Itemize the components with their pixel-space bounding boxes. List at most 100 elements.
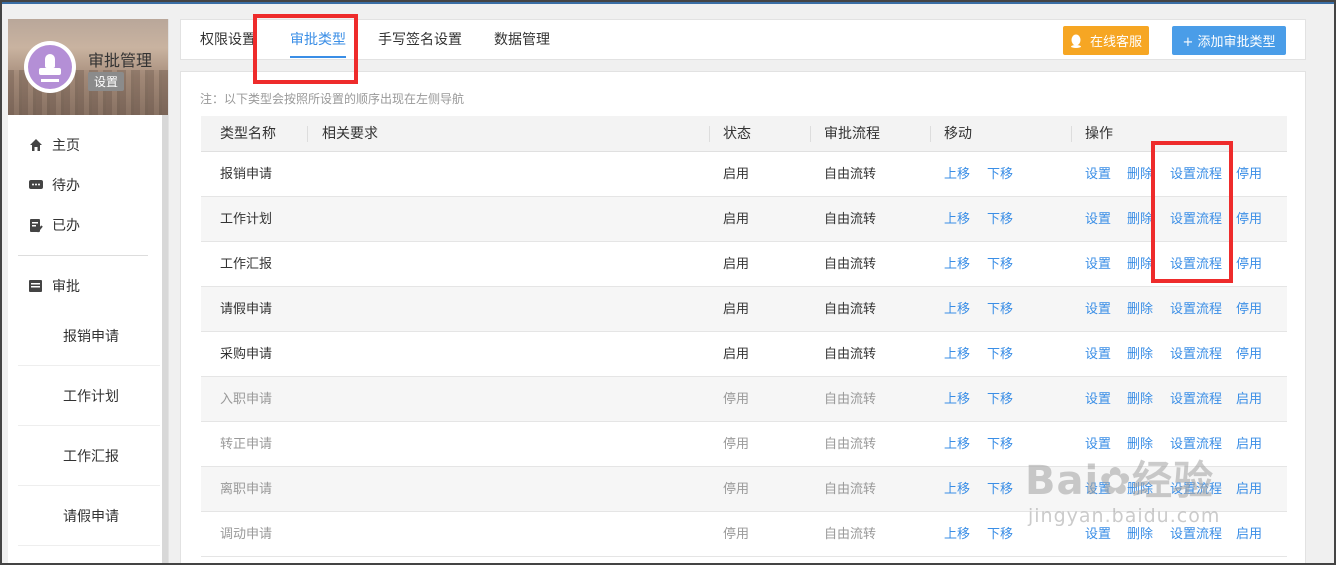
- nav-item-home[interactable]: 主页: [8, 125, 168, 165]
- set-flow-link[interactable]: 设置流程: [1170, 287, 1222, 332]
- toggle-status-link[interactable]: 启用: [1236, 467, 1262, 512]
- row-flow: 自由流转: [824, 212, 877, 227]
- move-down-link[interactable]: 下移: [987, 332, 1013, 377]
- move-up-link[interactable]: 上移: [944, 152, 970, 197]
- sidebar: 审批管理 设置 主页 待办 已办 审批 报销申请 工作计划 工作汇报 请假申请: [8, 19, 169, 565]
- toggle-status-link[interactable]: 停用: [1236, 287, 1262, 332]
- row-status: 启用: [723, 302, 750, 317]
- toggle-status-link[interactable]: 停用: [1236, 242, 1262, 287]
- table-row: 采购申请 启用 自由流转 上移 下移 设置 删除 设置流程 停用: [201, 332, 1287, 377]
- move-down-link[interactable]: 下移: [987, 242, 1013, 287]
- move-down-link[interactable]: 下移: [987, 377, 1013, 422]
- move-down-link[interactable]: 下移: [987, 422, 1013, 467]
- settings-link[interactable]: 设置: [1085, 242, 1111, 287]
- toggle-status-link[interactable]: 停用: [1236, 152, 1262, 197]
- col-status: 状态: [723, 126, 751, 142]
- row-flow: 自由流转: [824, 392, 877, 407]
- col-divider: [307, 126, 308, 142]
- settings-link[interactable]: 设置: [1085, 332, 1111, 377]
- table-row: 入职申请 停用 自由流转 上移 下移 设置 删除 设置流程 启用: [201, 377, 1287, 422]
- sidebar-item-work-report[interactable]: 工作汇报: [18, 426, 160, 486]
- row-type-name: 离职申请: [220, 482, 273, 497]
- toggle-status-link[interactable]: 启用: [1236, 512, 1262, 557]
- toggle-status-link[interactable]: 停用: [1236, 197, 1262, 242]
- approval-sublist: 报销申请 工作计划 工作汇报 请假申请: [8, 306, 168, 546]
- settings-link[interactable]: 设置: [1085, 287, 1111, 332]
- delete-link[interactable]: 删除: [1127, 332, 1153, 377]
- nav-item-approval[interactable]: 审批: [8, 266, 168, 306]
- delete-link[interactable]: 删除: [1127, 197, 1153, 242]
- toggle-status-link[interactable]: 启用: [1236, 422, 1262, 467]
- row-status: 启用: [723, 167, 750, 182]
- online-service-button[interactable]: 在线客服: [1063, 26, 1149, 55]
- row-status: 启用: [723, 257, 750, 272]
- col-name: 类型名称: [220, 126, 276, 142]
- row-type-name: 工作计划: [220, 212, 273, 227]
- row-flow: 自由流转: [824, 482, 877, 497]
- qq-icon: [1070, 34, 1082, 48]
- delete-link[interactable]: 删除: [1127, 287, 1153, 332]
- nav-item-label: 待办: [52, 178, 80, 194]
- add-approval-type-button[interactable]: + 添加审批类型: [1172, 26, 1286, 55]
- nav-item-label: 主页: [52, 138, 80, 154]
- toggle-status-link[interactable]: 启用: [1236, 377, 1262, 422]
- settings-link[interactable]: 设置: [1085, 152, 1111, 197]
- row-flow: 自由流转: [824, 257, 877, 272]
- row-type-name: 报销申请: [220, 167, 273, 182]
- move-up-link[interactable]: 上移: [944, 512, 970, 557]
- move-up-link[interactable]: 上移: [944, 467, 970, 512]
- table-row: 工作汇报 启用 自由流转 上移 下移 设置 删除 设置流程 停用: [201, 242, 1287, 287]
- watermark-brand-suffix: 经验: [1132, 458, 1215, 504]
- approval-icon: [28, 278, 44, 294]
- row-flow: 自由流转: [824, 347, 877, 362]
- delete-link[interactable]: 删除: [1127, 242, 1153, 287]
- order-note: 注：以下类型会按照所设置的顺序出现在左侧导航: [200, 92, 465, 106]
- settings-badge[interactable]: 设置: [88, 72, 125, 91]
- move-up-link[interactable]: 上移: [944, 332, 970, 377]
- move-up-link[interactable]: 上移: [944, 197, 970, 242]
- move-down-link[interactable]: 下移: [987, 197, 1013, 242]
- done-icon: [28, 217, 44, 233]
- profile-banner: 审批管理 设置: [8, 19, 168, 115]
- col-divider: [1071, 126, 1072, 142]
- nav-item-label: 已办: [52, 218, 80, 234]
- row-flow: 自由流转: [824, 167, 877, 182]
- tab-permissions[interactable]: 权限设置: [200, 20, 256, 60]
- sidebar-item-reimbursement[interactable]: 报销申请: [18, 306, 160, 366]
- sidebar-item-work-plan[interactable]: 工作计划: [18, 366, 160, 426]
- col-operations: 操作: [1085, 126, 1113, 142]
- set-flow-link[interactable]: 设置流程: [1170, 377, 1222, 422]
- row-type-name: 采购申请: [220, 347, 273, 362]
- sidebar-item-leave[interactable]: 请假申请: [18, 486, 160, 546]
- table-header: 类型名称 相关要求 状态 审批流程 移动 操作: [201, 116, 1287, 152]
- nav-item-todo[interactable]: 待办: [8, 165, 168, 205]
- main-nav: 主页 待办 已办: [8, 125, 168, 245]
- toggle-status-link[interactable]: 停用: [1236, 332, 1262, 377]
- set-flow-link[interactable]: 设置流程: [1170, 332, 1222, 377]
- move-down-link[interactable]: 下移: [987, 512, 1013, 557]
- delete-link[interactable]: 删除: [1127, 152, 1153, 197]
- delete-link[interactable]: 删除: [1127, 377, 1153, 422]
- move-up-link[interactable]: 上移: [944, 422, 970, 467]
- settings-link[interactable]: 设置: [1085, 377, 1111, 422]
- todo-icon: [28, 177, 44, 193]
- highlight-box-flow: [1151, 141, 1233, 283]
- move-down-link[interactable]: 下移: [987, 287, 1013, 332]
- row-flow: 自由流转: [824, 437, 877, 452]
- table-row: 请假申请 启用 自由流转 上移 下移 设置 删除 设置流程 停用: [201, 287, 1287, 332]
- move-up-link[interactable]: 上移: [944, 377, 970, 422]
- table-row: 工作计划 启用 自由流转 上移 下移 设置 删除 设置流程 停用: [201, 197, 1287, 242]
- move-up-link[interactable]: 上移: [944, 287, 970, 332]
- settings-link[interactable]: 设置: [1085, 197, 1111, 242]
- move-up-link[interactable]: 上移: [944, 242, 970, 287]
- nav-item-done[interactable]: 已办: [8, 205, 168, 245]
- move-down-link[interactable]: 下移: [987, 152, 1013, 197]
- paw-icon: ✿: [1099, 459, 1133, 503]
- move-down-link[interactable]: 下移: [987, 467, 1013, 512]
- watermark-logo: Bai✿经验: [1025, 448, 1214, 506]
- avatar[interactable]: [24, 41, 76, 93]
- tab-signature[interactable]: 手写签名设置: [378, 20, 462, 60]
- col-move: 移动: [944, 126, 972, 142]
- sidebar-scrollbar[interactable]: [162, 115, 168, 565]
- tab-data-management[interactable]: 数据管理: [494, 20, 550, 60]
